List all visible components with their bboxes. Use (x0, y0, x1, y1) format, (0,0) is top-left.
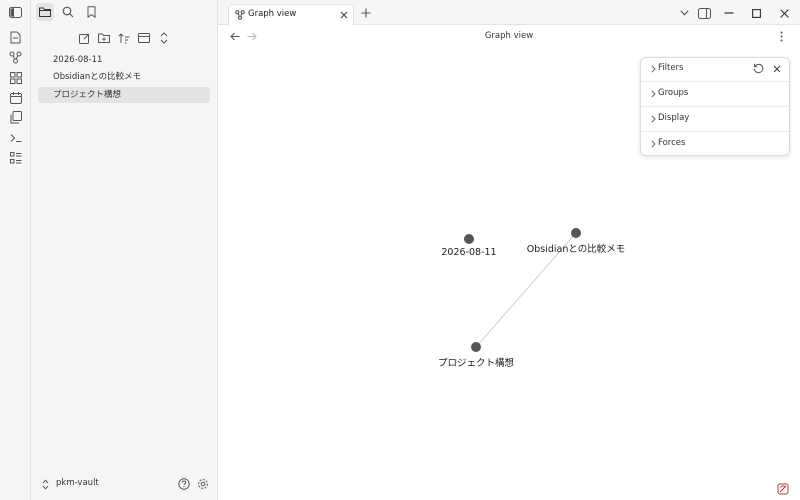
view-header: Graph view (218, 26, 800, 47)
command-palette-icon[interactable] (8, 130, 23, 145)
close-window-icon[interactable] (777, 6, 791, 20)
view-title: Graph view (484, 31, 534, 41)
collapse-icon[interactable] (136, 30, 152, 46)
more-options-icon[interactable] (775, 30, 788, 43)
close-icon[interactable] (770, 62, 783, 75)
graph-node-label: プロジェクト構想 (437, 358, 515, 369)
toggle-sidebar-icon[interactable] (8, 5, 23, 20)
section-label: Filters (658, 63, 684, 73)
folder-icon[interactable] (36, 3, 54, 21)
templates-icon[interactable] (8, 110, 23, 125)
vault-switcher-icon[interactable] (39, 478, 51, 490)
chevron-right-icon (648, 89, 658, 99)
sort-icon[interactable] (116, 30, 132, 46)
tab-list-chevron-icon[interactable] (677, 6, 691, 20)
chevron-right-icon (648, 114, 658, 124)
section-display[interactable]: Display (641, 108, 789, 132)
vault-footer: pkm-vault (31, 474, 218, 494)
search-icon[interactable] (59, 3, 77, 21)
section-label: Display (658, 113, 690, 123)
maximize-icon[interactable] (749, 6, 763, 20)
new-tab-plus-icon[interactable] (359, 6, 372, 19)
new-note-icon[interactable] (76, 30, 92, 46)
new-note-icon[interactable] (8, 30, 23, 45)
new-folder-icon[interactable] (96, 30, 112, 46)
section-filters[interactable]: Filters (641, 58, 789, 82)
tab-graph-view[interactable]: Graph view (228, 4, 354, 26)
chevron-right-icon (648, 139, 658, 149)
daily-note-icon[interactable] (8, 90, 23, 105)
chevron-right-icon (648, 64, 658, 74)
tab-bar: Graph view (218, 0, 800, 26)
graph-controls-panel: Filters Groups Display Forces (640, 57, 790, 156)
section-forces[interactable]: Forces (641, 133, 789, 157)
graph-node-project-idea[interactable] (471, 342, 481, 352)
file-item[interactable]: 2026-08-11 (38, 52, 210, 68)
graph-icon[interactable] (8, 50, 23, 65)
ribbon (0, 0, 31, 500)
graph-node-obsidian-memo[interactable] (571, 228, 581, 238)
bases-icon[interactable] (8, 150, 23, 165)
sync-status-icon[interactable] (776, 482, 790, 496)
expand-icon[interactable] (156, 30, 172, 46)
bookmark-icon[interactable] (82, 3, 100, 21)
vault-name[interactable]: pkm-vault (56, 478, 99, 488)
graph-node-label: Obsidianとの比較メモ (526, 244, 626, 255)
file-item[interactable]: Obsidianとの比較メモ (38, 69, 210, 85)
settings-gear-icon[interactable] (196, 477, 210, 491)
close-icon[interactable] (338, 9, 350, 21)
graph-node-2026-08-11[interactable] (464, 234, 474, 244)
graph-icon (235, 10, 245, 20)
graph-node-label: 2026-08-11 (441, 247, 497, 258)
file-item-active[interactable]: プロジェクト構想 (38, 87, 210, 103)
tab-title: Graph view (248, 9, 297, 19)
restore-defaults-icon[interactable] (752, 62, 765, 75)
section-label: Groups (658, 88, 689, 98)
section-label: Forces (658, 138, 686, 148)
toggle-right-sidebar-icon[interactable] (697, 6, 711, 20)
section-groups[interactable]: Groups (641, 83, 789, 107)
help-icon[interactable] (177, 477, 191, 491)
canvas-icon[interactable] (8, 70, 23, 85)
minimize-icon[interactable] (722, 6, 736, 20)
file-explorer-sidebar: 2026-08-11 Obsidianとの比較メモ プロジェクト構想 pkm-v… (31, 0, 218, 500)
